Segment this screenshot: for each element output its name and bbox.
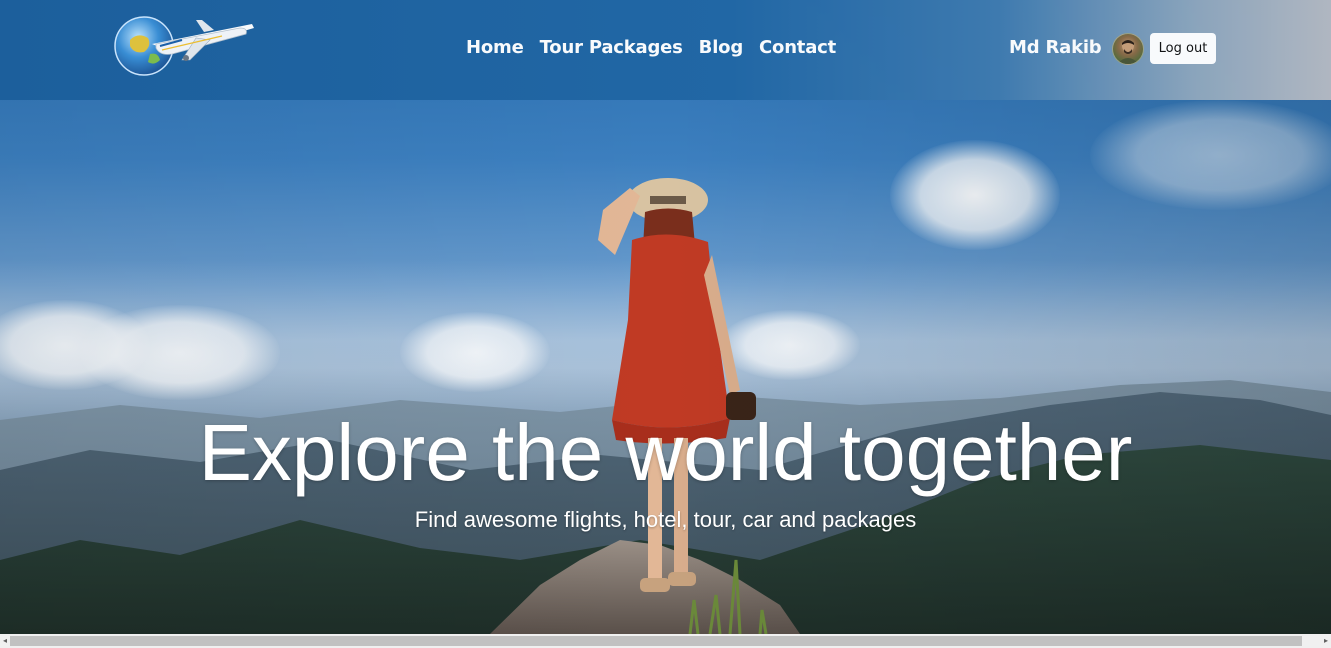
scroll-left-arrow-icon[interactable]: ◂: [0, 634, 10, 648]
nav-home-link[interactable]: Home: [466, 37, 524, 58]
user-avatar-icon[interactable]: [1112, 33, 1144, 65]
scroll-right-arrow-icon[interactable]: ▸: [1321, 634, 1331, 648]
nav-blog-link[interactable]: Blog: [699, 37, 744, 58]
globe-airplane-logo-icon[interactable]: [112, 14, 257, 78]
hero-title: Explore the world together: [198, 408, 1133, 497]
hero-subtitle: Find awesome flights, hotel, tour, car a…: [414, 507, 917, 532]
page: Home Tour Packages Blog Contact Md Rakib…: [0, 0, 1331, 648]
nav-tour-packages-link[interactable]: Tour Packages: [540, 37, 683, 58]
horizontal-scrollbar[interactable]: ◂ ▸: [0, 634, 1331, 648]
site-header: Home Tour Packages Blog Contact Md Rakib…: [0, 0, 1331, 100]
user-name: Md Rakib: [1009, 37, 1102, 58]
scrollbar-thumb[interactable]: [10, 636, 1302, 646]
nav-contact-link[interactable]: Contact: [759, 37, 836, 58]
logout-button[interactable]: Log out: [1150, 33, 1216, 64]
main-nav: Home Tour Packages Blog Contact: [466, 37, 836, 58]
